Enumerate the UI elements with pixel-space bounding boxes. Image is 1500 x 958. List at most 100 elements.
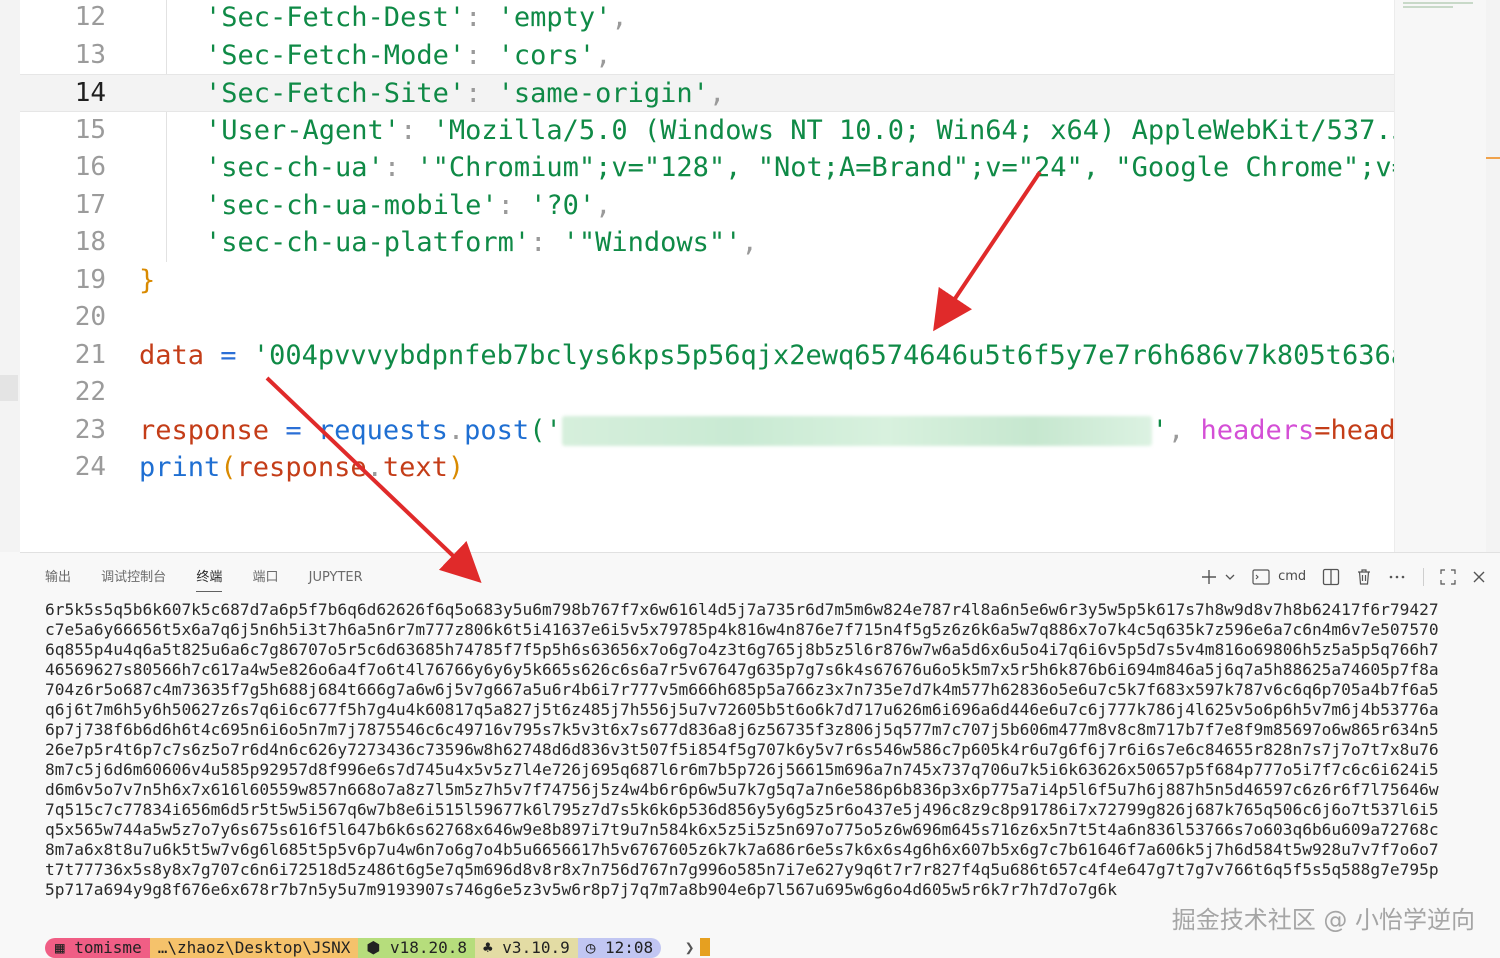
chevron-down-icon[interactable] — [1224, 565, 1236, 589]
line-number: 18 — [74, 227, 106, 257]
variable-data: data — [139, 339, 205, 371]
prompt-caret: ❯ — [684, 938, 695, 957]
line-number: 17 — [74, 189, 106, 220]
tab-terminal[interactable]: 终端 — [196, 569, 223, 592]
terminal-line: q6j6t7m6h5y6h50627z6s7q6i6c677f5h7g4u4k6… — [45, 700, 1439, 719]
code-line[interactable]: 22 — [20, 374, 1394, 412]
maximize-icon[interactable] — [1440, 565, 1456, 589]
dict-value: '?0' — [530, 189, 596, 221]
dict-key: 'User-Agent' — [205, 114, 401, 146]
prompt-path: …\zhaoz\Desktop\JSNX — [149, 938, 359, 958]
activity-strip — [0, 0, 20, 552]
clock-icon: ◷ — [585, 938, 605, 957]
code-line[interactable]: 20 — [20, 299, 1394, 337]
redacted-url — [561, 416, 1152, 446]
prompt-user: ▦ tomisme — [45, 938, 150, 958]
line-number: 24 — [74, 452, 106, 482]
requests-module: requests — [317, 414, 448, 446]
dict-key: 'Sec-Fetch-Dest' — [205, 2, 466, 33]
prompt-node: ⬢ v18.20.8 — [358, 938, 476, 958]
tab-ports[interactable]: 端口 — [252, 569, 278, 591]
line-number: 15 — [74, 114, 106, 145]
terminal-line: q5x565w744a5w5z7o7y6s675s616f5l647b6k6s6… — [45, 820, 1439, 839]
code-line[interactable]: 19 } — [20, 262, 1394, 300]
line-number: 12 — [74, 2, 106, 32]
terminal-cursor — [700, 938, 711, 956]
terminal-prompt[interactable]: ▦ tomisme …\zhaoz\Desktop\JSNX ⬢ v18.20.8 ♣… — [45, 938, 711, 958]
dict-value: 'cors' — [497, 39, 596, 71]
bottom-panel: 输出 调试控制台 终端 端口 JUPYTER cmd 6r5k5s5q5b6k6… — [20, 552, 1500, 958]
line-number: 19 — [74, 264, 106, 295]
trash-icon[interactable] — [1356, 565, 1372, 589]
closing-brace: } — [139, 264, 156, 296]
code-line[interactable]: 17 'sec-ch-ua-mobile': '?0', — [20, 187, 1394, 225]
terminal-line: 8m7c5j6d6m60606v4u585p92957d8f996e6s7d74… — [45, 760, 1439, 779]
code-editor[interactable]: 12 'Sec-Fetch-Dest': 'empty', 13 'Sec-Fe… — [20, 0, 1394, 552]
dict-key: 'Sec-Fetch-Mode' — [205, 39, 466, 71]
dict-value: 'empty' — [497, 2, 612, 33]
dict-key: 'sec-ch-ua-platform' — [205, 227, 531, 258]
close-icon[interactable] — [1472, 565, 1486, 589]
tab-debug-console[interactable]: 调试控制台 — [101, 569, 166, 591]
terminal-line: 7q515c7c77834i656m6d5r5t5w5i567q6w7b8e6i… — [45, 800, 1439, 819]
plus-icon[interactable] — [1200, 565, 1218, 589]
code-line[interactable]: 15 'User-Agent': 'Mozilla/5.0 (Windows N… — [20, 112, 1394, 150]
toolbar-separator — [1422, 568, 1424, 586]
dict-key: 'sec-ch-ua-mobile' — [205, 189, 498, 221]
panel-tabs: 输出 调试控制台 终端 端口 JUPYTER — [45, 569, 389, 592]
code-line[interactable]: 21 data = '004pvvvybdpnfeb7bclys6kps5p56… — [20, 337, 1394, 375]
terminal-line: 46569627s80566h7c617a4w5e826o6a4f7o6t4l7… — [45, 660, 1439, 679]
print-call: print — [139, 452, 221, 483]
post-method: post — [464, 414, 530, 446]
line-number: 23 — [74, 414, 106, 445]
data-string: '004pvvvybdpnfeb7bclys6kps5p56qjx2ewq657… — [252, 339, 1394, 371]
code-line[interactable]: 16 'sec-ch-ua': '"Chromium";v="128", "No… — [20, 149, 1394, 187]
code-line[interactable]: 13 'Sec-Fetch-Mode': 'cors', — [20, 37, 1394, 75]
minimap[interactable] — [1394, 0, 1487, 552]
python-icon: ♣ — [483, 938, 503, 957]
headers-kwarg: headers — [1200, 414, 1315, 446]
code-line[interactable]: 23 response = requests.post(' ', headers=… — [20, 412, 1394, 450]
line-number: 22 — [74, 377, 106, 407]
windows-icon: ▦ — [55, 938, 75, 957]
tab-jupyter[interactable]: JUPYTER — [309, 569, 363, 591]
dict-value: '"Chromium";v="128", "Not;A=Brand";v="24… — [416, 152, 1394, 183]
variable-response: response — [139, 414, 270, 446]
code-line[interactable]: 12 'Sec-Fetch-Dest': 'empty', — [20, 0, 1394, 37]
terminal-line: 26e7p5r4t6p7c7s6z5o7r6d4n6c626y7273436c7… — [45, 740, 1439, 759]
code-line[interactable]: 18 'sec-ch-ua-platform': '"Windows"', — [20, 224, 1394, 262]
line-number: 16 — [74, 152, 106, 182]
prompt-python: ♣ v3.10.9 — [475, 938, 578, 958]
more-icon[interactable] — [1389, 565, 1405, 589]
terminal-line: 6q855p4u4q6a5t825u6a6c7g86707o5r5c6d6368… — [45, 640, 1439, 659]
split-icon[interactable] — [1322, 565, 1340, 589]
terminal-line: c7e5a6y66656t5x6a7q6j5n6h5i3t7h6a5n6r7m7… — [45, 620, 1439, 639]
terminal-line: d6m6v5o7v7n5h6x7x616l60559w857n668o7a8z7… — [45, 780, 1439, 799]
prompt-time: ◷ 12:08 — [577, 938, 662, 958]
line-number: 14 — [74, 78, 106, 108]
line-number: 20 — [74, 302, 106, 332]
tab-output[interactable]: 输出 — [45, 569, 71, 591]
line-number: 21 — [74, 339, 106, 370]
terminal-line: 8m7a6x8t8u7u6k5t5w7v6g6l685t5p5v6p7u4w6n… — [45, 840, 1439, 859]
shell-label[interactable]: cmd — [1278, 565, 1306, 589]
dict-key: 'Sec-Fetch-Site' — [205, 78, 466, 109]
dict-key: 'sec-ch-ua' — [205, 152, 384, 183]
scroll-marker — [1486, 157, 1500, 159]
terminal-icon[interactable] — [1252, 565, 1270, 589]
dict-value: 'Mozilla/5.0 (Windows NT 10.0; Win64; x6… — [432, 114, 1394, 146]
terminal-line: 6r5k5s5q5b6k607k5c687d7a6p5f7b6q6d62626f… — [45, 600, 1439, 619]
activity-marker — [0, 375, 18, 401]
watermark: 掘金技术社区 @ 小怡学逆向 — [1171, 906, 1475, 934]
terminal-line: 5p717a694y9g8f676e6x678r7b7n5y5u7m919390… — [45, 880, 1118, 899]
code-line-current[interactable]: 14 'Sec-Fetch-Site': 'same-origin', — [20, 74, 1394, 112]
terminal-line: t7t77736x5s8y8x7g707c6n6i72518d5z486t6g5… — [45, 860, 1439, 879]
code-line[interactable]: 24 print(response.text) — [20, 449, 1394, 487]
dict-value: 'same-origin' — [497, 78, 709, 109]
editor-scrollbar[interactable] — [1486, 0, 1500, 552]
line-number: 13 — [74, 39, 106, 70]
terminal-output[interactable]: 6r5k5s5q5b6k607k5c687d7a6p5f7b6q6d62626f… — [45, 600, 1477, 900]
panel-toolbar: cmd — [1188, 565, 1486, 589]
terminal-line: 704z6r5o687c4m73635f7g5h688j684t666g7a6w… — [45, 680, 1439, 699]
terminal-line: 6p7j738f6b6d6h6t4c695n6i6o5n7m7j7875546c… — [45, 720, 1439, 739]
